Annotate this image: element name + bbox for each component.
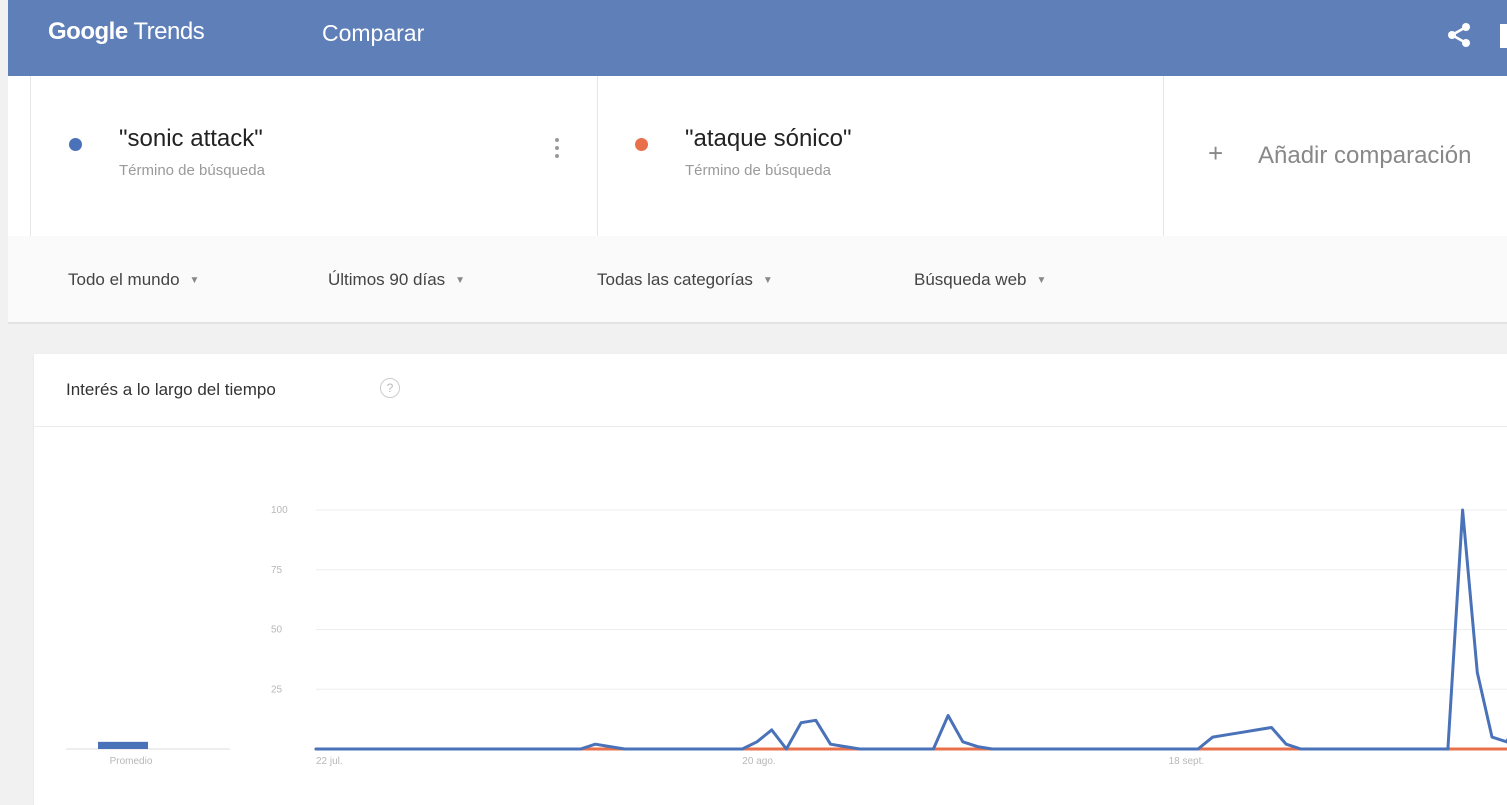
- add-comparison-button[interactable]: + Añadir comparación: [1164, 76, 1507, 236]
- term-type-label: Término de búsqueda: [119, 162, 265, 179]
- category-filter[interactable]: Todas las categorías ▼: [597, 270, 773, 290]
- term-label: "sonic attack": [119, 125, 263, 152]
- x-tick-label: 22 jul.: [316, 756, 343, 767]
- y-tick-label: 100: [271, 505, 288, 516]
- x-tick-label: 20 ago.: [742, 756, 775, 767]
- more-vert-icon[interactable]: [555, 138, 559, 162]
- search-type-filter[interactable]: Búsqueda web ▼: [914, 270, 1046, 290]
- y-tick-label: 25: [271, 684, 283, 695]
- page-title: Comparar: [322, 20, 425, 46]
- filters-bar: Todo el mundo ▼ Últimos 90 días ▼ Todas la…: [8, 236, 1507, 324]
- dropdown-arrow-icon: ▼: [189, 275, 200, 286]
- x-tick-label: 18 sept.: [1169, 756, 1205, 767]
- interest-chart: 100 75 50 25 Promedio 22 jul. 20 ago. 18 sept.: [66, 505, 1507, 767]
- average-label: Promedio: [110, 756, 153, 767]
- plus-icon: +: [1208, 138, 1224, 168]
- search-type-filter-label: Búsqueda web: [914, 270, 1027, 289]
- series-color-dot: [635, 138, 648, 151]
- dropdown-arrow-icon: ▼: [455, 275, 466, 286]
- region-filter-label: Todo el mundo: [68, 270, 180, 289]
- series-color-dot: [69, 138, 82, 151]
- google-trends-logo[interactable]: Google Trends: [48, 18, 205, 46]
- logo-google-text: Google: [48, 18, 128, 45]
- logo-trends-text: Trends: [133, 18, 205, 45]
- term-card-ataque-sonico[interactable]: "ataque sónico" Término de búsqueda: [597, 76, 1164, 236]
- feedback-flag-icon[interactable]: [1500, 24, 1507, 48]
- add-comparison-label: Añadir comparación: [1258, 142, 1472, 169]
- region-filter[interactable]: Todo el mundo ▼: [68, 270, 199, 290]
- term-type-label: Término de búsqueda: [685, 162, 831, 179]
- top-bar: Google Trends Comparar: [8, 0, 1507, 76]
- interest-over-time-card: Interés a lo largo del tiempo ? 100 75 50 2…: [34, 354, 1507, 805]
- average-bar: [98, 741, 148, 749]
- dropdown-arrow-icon: ▼: [762, 275, 773, 286]
- time-filter-label: Últimos 90 días: [328, 270, 446, 289]
- dropdown-arrow-icon: ▼: [1036, 275, 1047, 286]
- comparison-terms-bar: "sonic attack" Término de búsqueda "ataq…: [8, 76, 1507, 236]
- y-tick-label: 75: [271, 565, 283, 576]
- term-card-sonic-attack[interactable]: "sonic attack" Término de búsqueda: [30, 76, 598, 236]
- y-tick-label: 50: [271, 625, 283, 636]
- category-filter-label: Todas las categorías: [597, 270, 753, 289]
- share-icon[interactable]: [1446, 22, 1472, 48]
- term-label: "ataque sónico": [685, 125, 852, 152]
- time-filter[interactable]: Últimos 90 días ▼: [328, 270, 465, 290]
